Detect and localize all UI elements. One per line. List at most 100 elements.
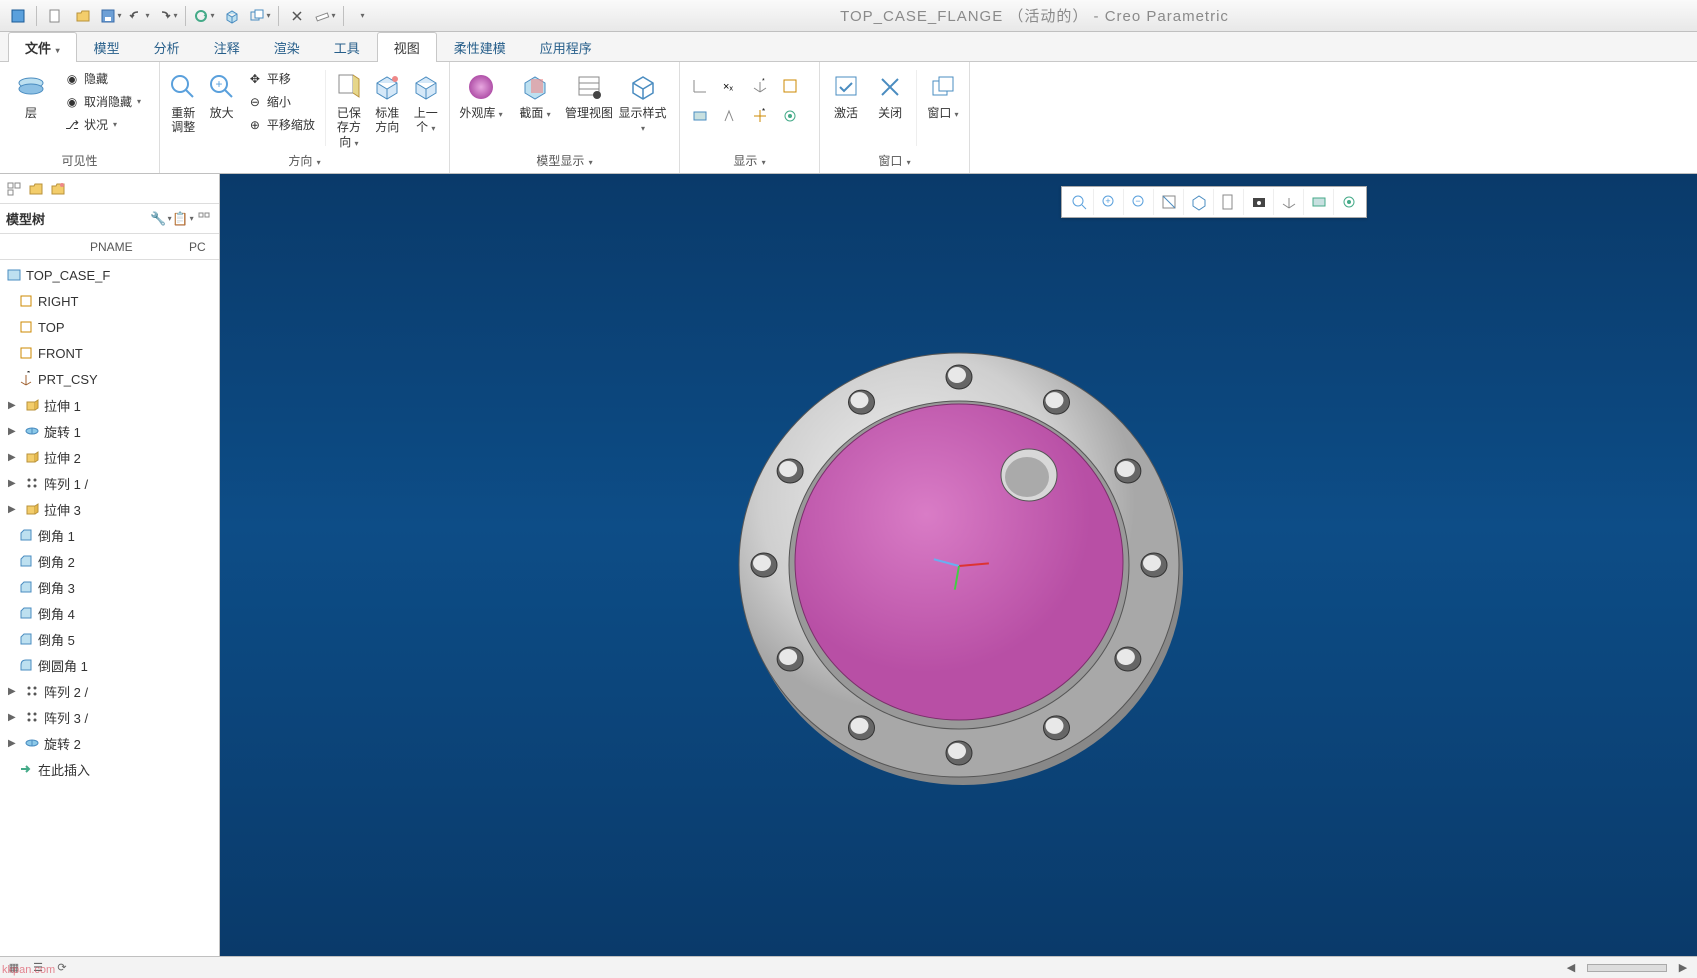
tab-analysis[interactable]: 分析 [137, 32, 197, 62]
show-annot-icon[interactable] [686, 102, 714, 130]
tree-item[interactable]: 倒圆角 1 [0, 652, 219, 678]
tree-filter-icon[interactable]: 📋▾ [175, 211, 191, 227]
tree-item[interactable]: ▶旋转 1 [0, 418, 219, 444]
pan-button[interactable]: ✥平移 [243, 68, 319, 89]
tab-tools[interactable]: 工具 [317, 32, 377, 62]
regen-icon[interactable]: ▾ [192, 4, 216, 28]
tree-item[interactable]: ▶拉伸 2 [0, 444, 219, 470]
tab-model[interactable]: 模型 [77, 32, 137, 62]
panzoom-button[interactable]: ⊕平移缩放 [243, 114, 319, 135]
close-button[interactable]: 关闭 [870, 66, 910, 150]
vt-zoomin-icon[interactable]: + [1094, 189, 1124, 215]
app-menu-icon[interactable] [6, 4, 30, 28]
tree-item[interactable]: 倒角 4 [0, 600, 219, 626]
vt-refit-icon[interactable] [1064, 189, 1094, 215]
tree-item[interactable]: ▶拉伸 1 [0, 392, 219, 418]
tree-item[interactable]: 倒角 3 [0, 574, 219, 600]
svg-text:*: * [27, 371, 30, 378]
tree-more-icon[interactable] [197, 211, 213, 227]
display-style-button[interactable]: 显示样式 ▾ [618, 66, 668, 150]
tab-flexmodel[interactable]: 柔性建模 [437, 32, 523, 62]
refit-button[interactable]: 重新调整 [166, 66, 200, 150]
tab-file[interactable]: 文件 ▾ [8, 32, 77, 62]
zoomout-button[interactable]: ⊖缩小 [243, 91, 319, 112]
box-icon[interactable] [220, 4, 244, 28]
svg-text:+: + [215, 77, 222, 91]
windows-button[interactable]: 窗口 ▾ [923, 66, 963, 150]
open-icon[interactable] [71, 4, 95, 28]
measure-icon[interactable]: ▾ [313, 4, 337, 28]
tree-item[interactable]: 倒角 2 [0, 548, 219, 574]
show-csys-icon[interactable]: * [746, 72, 774, 100]
zoomin-button[interactable]: + 放大 [204, 66, 238, 150]
view-toolbar: + − [1061, 186, 1367, 218]
tree-item[interactable]: 倒角 1 [0, 522, 219, 548]
status-button[interactable]: ⎇状况 ▾ [60, 114, 145, 135]
window-title: TOP_CASE_FLANGE （活动的） - Creo Parametric [378, 5, 1691, 26]
vt-spin-icon[interactable] [1334, 189, 1364, 215]
tree-item[interactable]: FRONT [0, 340, 219, 366]
svg-text:+: + [1105, 196, 1110, 206]
show-csys2-icon[interactable]: * [746, 102, 774, 130]
vt-repaint-icon[interactable] [1154, 189, 1184, 215]
saved-orient-button[interactable]: 已保存方向 ▾ [332, 66, 366, 150]
layers-button[interactable]: 层 [6, 66, 56, 150]
show-spin-icon[interactable] [776, 102, 804, 130]
tree-folder-icon[interactable] [28, 181, 44, 197]
tree-star-icon[interactable] [50, 181, 66, 197]
vt-dispstyle-icon[interactable] [1184, 189, 1214, 215]
tree-item[interactable]: ▶阵列 2 / [0, 678, 219, 704]
tree-item[interactable]: 在此插入 [0, 756, 219, 782]
group-visibility-title: 可见性 [6, 150, 153, 173]
new-icon[interactable] [43, 4, 67, 28]
dropdown-arrow-icon[interactable]: ▾ [350, 4, 374, 28]
section-button[interactable]: 截面 ▾ [510, 66, 560, 150]
close-window-icon[interactable] [285, 4, 309, 28]
tree-layout-icon[interactable] [6, 181, 22, 197]
viewport[interactable]: + − [220, 174, 1697, 956]
group-show-title: 显示 ▾ [686, 150, 813, 173]
tree-item[interactable]: ▶旋转 2 [0, 730, 219, 756]
tree-item[interactable]: ▶阵列 3 / [0, 704, 219, 730]
save-icon[interactable]: ▾ [99, 4, 123, 28]
tab-annotate[interactable]: 注释 [197, 32, 257, 62]
undo-icon[interactable]: ▾ [127, 4, 151, 28]
tree-item[interactable]: ▶阵列 1 / [0, 470, 219, 496]
tree-item[interactable]: *PRT_CSY [0, 366, 219, 392]
vt-csys-icon[interactable] [1274, 189, 1304, 215]
unhide-button[interactable]: ◉取消隐藏 ▾ [60, 91, 145, 112]
show-points-icon[interactable]: ×ₓ [716, 72, 744, 100]
tab-render[interactable]: 渲染 [257, 32, 317, 62]
prev-orient-button[interactable]: 上一个 ▾ [409, 66, 443, 150]
show-planes-icon[interactable] [776, 72, 804, 100]
vt-annot-icon[interactable] [1304, 189, 1334, 215]
vt-saved-icon[interactable] [1214, 189, 1244, 215]
model-tree[interactable]: TOP_CASE_FRIGHTTOPFRONT*PRT_CSY▶拉伸 1▶旋转 … [0, 260, 219, 956]
quick-access-toolbar: ▾ ▾ ▾ ▾ ▾ ▾ ▾ TOP_CASE_FLANGE （活动的） - Cr… [0, 0, 1697, 32]
appearance-button[interactable]: 外观库 ▾ [456, 66, 506, 150]
group-orient-title: 方向 ▾ [166, 150, 443, 173]
show-axes-icon[interactable] [686, 72, 714, 100]
tree-item[interactable]: 倒角 5 [0, 626, 219, 652]
watermark: kkpan.com [2, 964, 55, 976]
manage-views-button[interactable]: 管理视图 [564, 66, 614, 150]
tree-item[interactable]: RIGHT [0, 288, 219, 314]
standard-orient-button[interactable]: 标准方向 [370, 66, 404, 150]
sb-reload-icon[interactable]: ⟳ [54, 960, 70, 976]
redo-icon[interactable]: ▾ [155, 4, 179, 28]
svg-text:−: − [1135, 196, 1140, 206]
windows-icon[interactable]: ▾ [248, 4, 272, 28]
vt-zoomout-icon[interactable]: − [1124, 189, 1154, 215]
hide-button[interactable]: ◉隐藏 [60, 68, 145, 89]
tree-settings-icon[interactable]: 🔧▾ [153, 211, 169, 227]
show-symbols-icon[interactable] [716, 102, 744, 130]
tab-apps[interactable]: 应用程序 [523, 32, 609, 62]
tree-root[interactable]: TOP_CASE_F [0, 262, 219, 288]
ribbon: 层 ◉隐藏 ◉取消隐藏 ▾ ⎇状况 ▾ 可见性 重新调整 + 放大 ✥平移 ⊖缩… [0, 62, 1697, 174]
tree-item[interactable]: ▶拉伸 3 [0, 496, 219, 522]
vt-camera-icon[interactable] [1244, 189, 1274, 215]
svg-text:*: * [762, 78, 765, 85]
tree-item[interactable]: TOP [0, 314, 219, 340]
tab-view[interactable]: 视图 [377, 32, 437, 62]
activate-button[interactable]: 激活 [826, 66, 866, 150]
